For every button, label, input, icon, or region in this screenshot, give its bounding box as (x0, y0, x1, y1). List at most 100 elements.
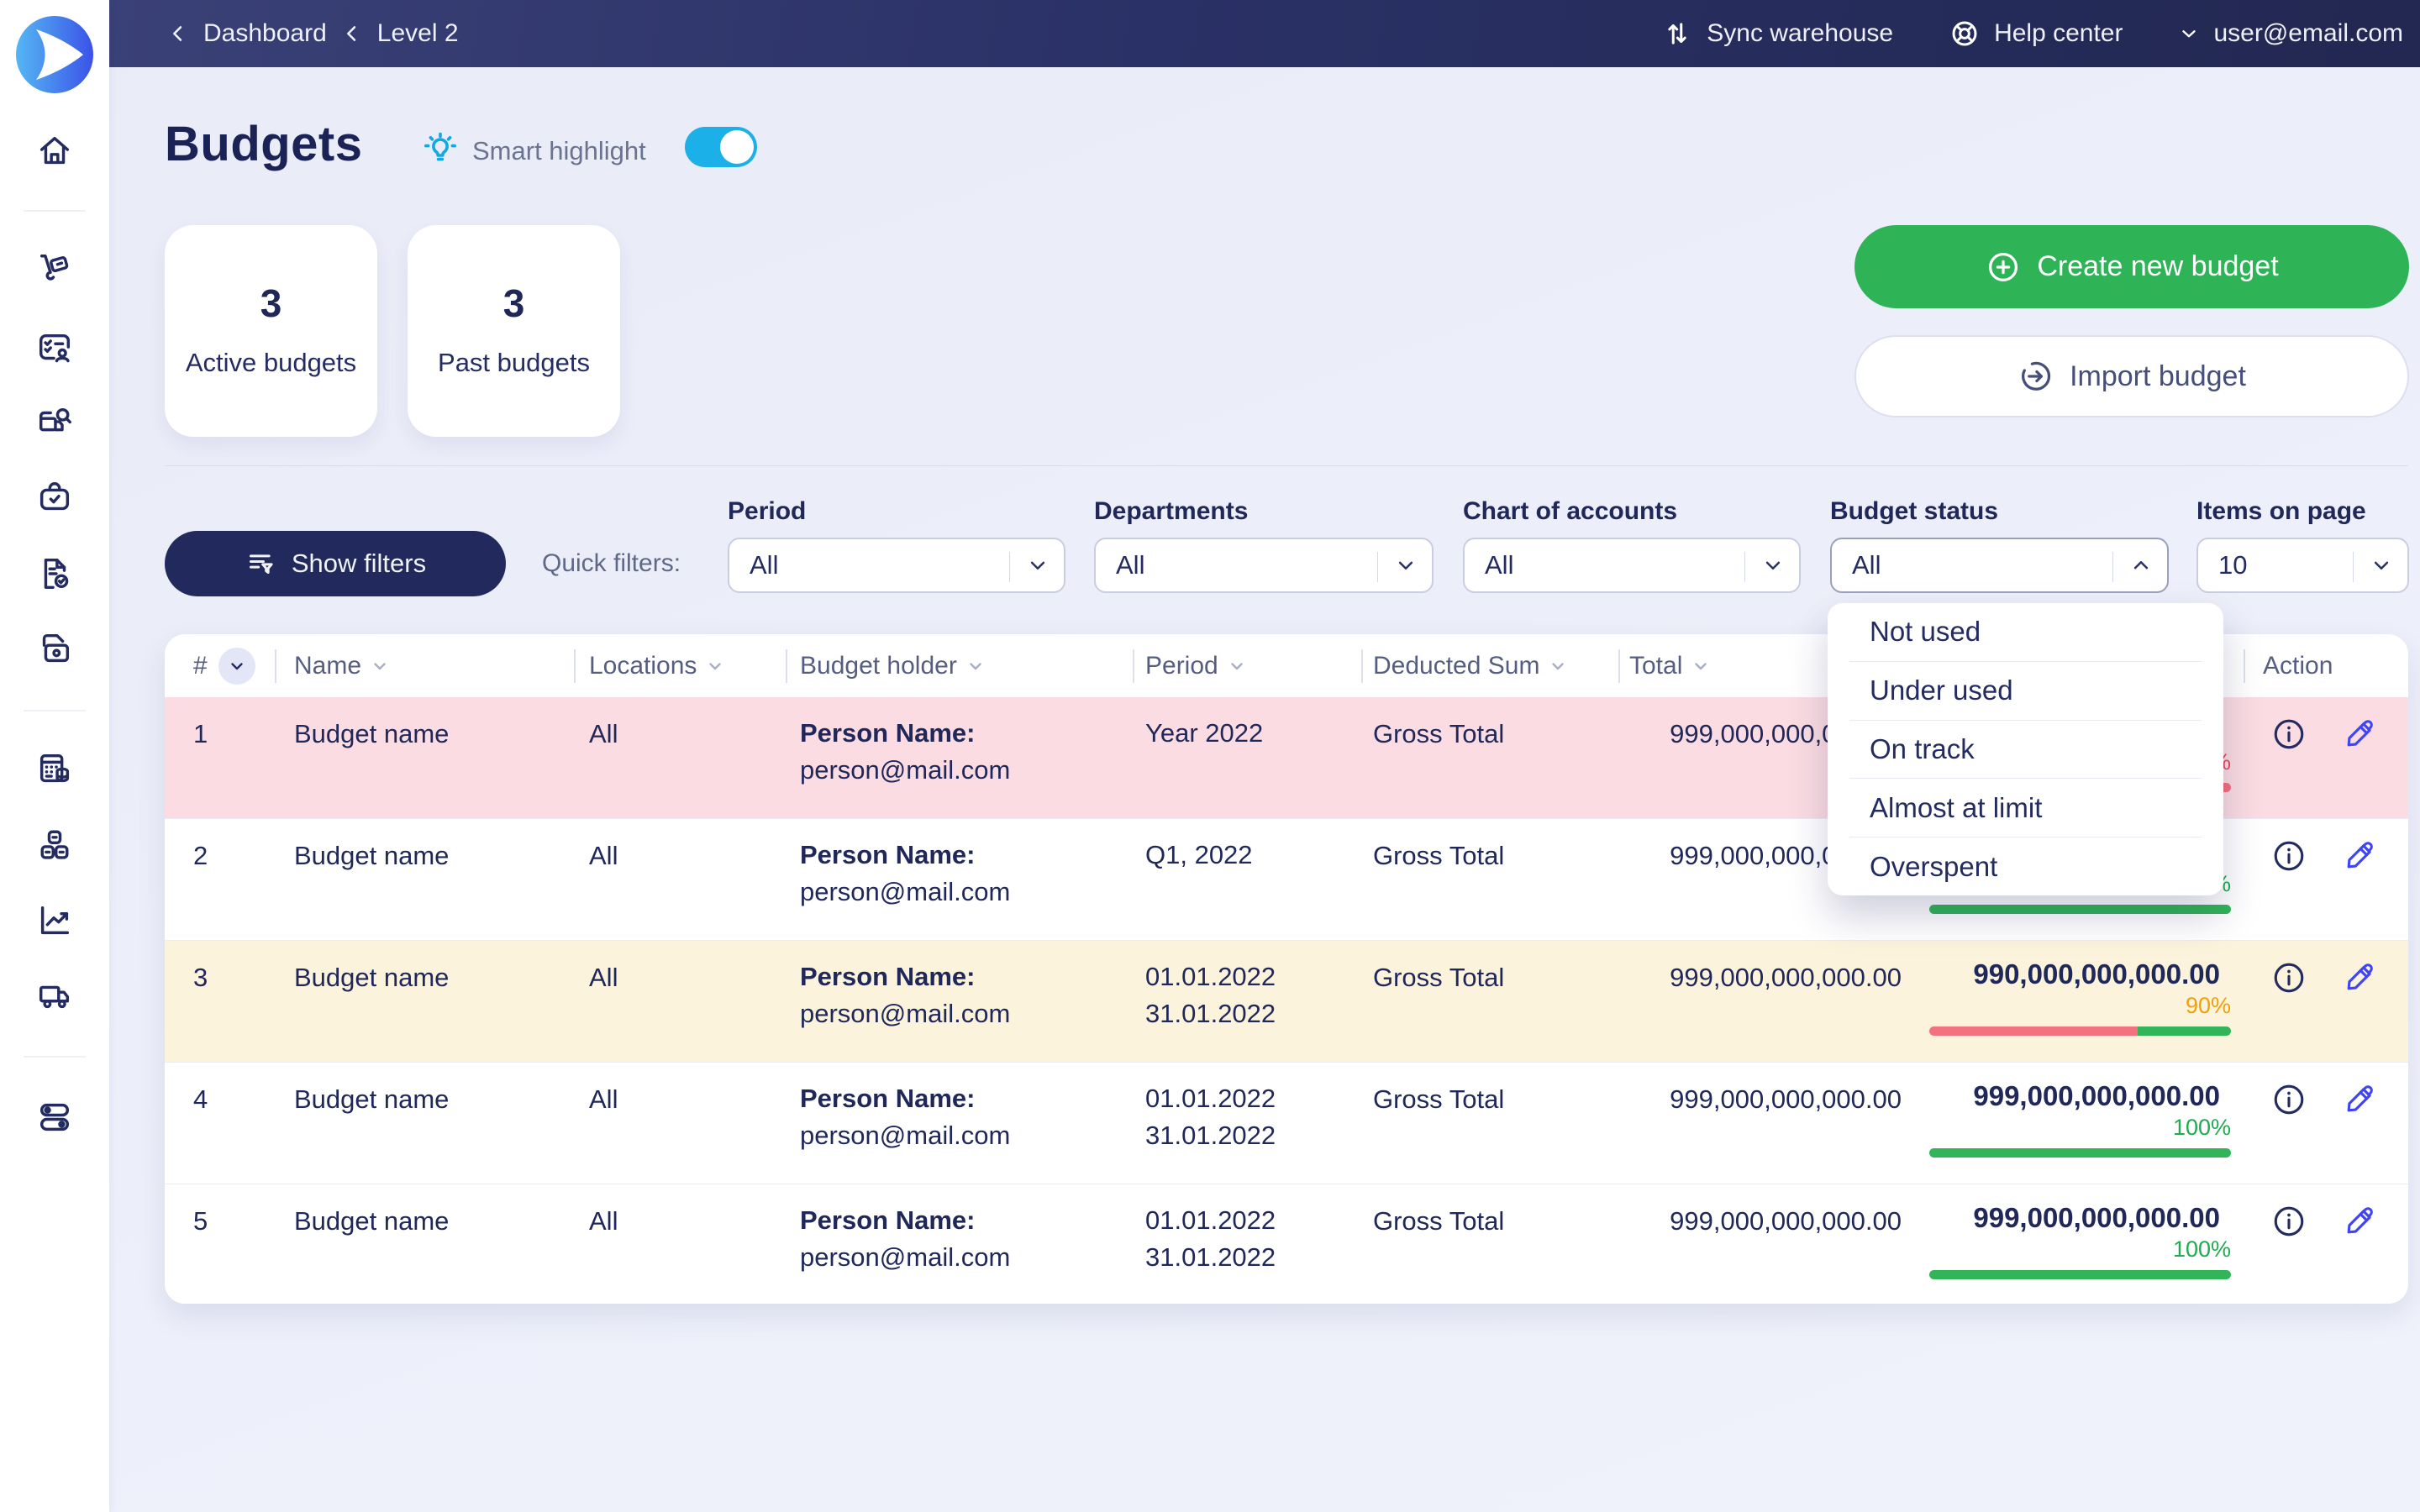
period: Q1, 2022 (1145, 839, 1253, 876)
sync-warehouse-button[interactable]: Sync warehouse (1661, 18, 1893, 50)
progress-bar (1929, 1148, 2231, 1158)
smart-highlight-toggle[interactable] (685, 127, 757, 167)
line-chart-icon[interactable] (35, 901, 74, 940)
chevron-down-icon (2178, 23, 2200, 45)
departments-select[interactable]: All (1094, 538, 1434, 593)
filter-label-departments: Departments (1094, 497, 1248, 526)
chevron-down-icon (1691, 656, 1711, 676)
checklist-user-icon[interactable] (35, 329, 74, 368)
bag-check-icon[interactable] (35, 479, 74, 517)
table-row[interactable]: 5 Budget name All Person Name:person@mai… (165, 1184, 2408, 1304)
status-option-overspent[interactable]: Overspent (1828, 837, 2223, 895)
breadcrumb-level-2[interactable]: Level 2 (377, 19, 459, 48)
breadcrumb-dashboard[interactable]: Dashboard (203, 19, 327, 48)
chevron-down-icon (705, 656, 725, 676)
cubes-icon[interactable] (35, 826, 74, 864)
import-budget-label: Import budget (2070, 360, 2246, 393)
column-header-name[interactable]: Name (294, 649, 390, 683)
items-on-page-select[interactable]: 10 (2196, 538, 2409, 593)
toggle-knob (720, 130, 754, 164)
document-check-icon[interactable] (35, 554, 74, 593)
toggles-icon[interactable] (35, 1098, 74, 1137)
sidebar-divider (24, 210, 86, 212)
user-menu[interactable]: user@email.com (2178, 19, 2403, 48)
back-chevron-icon (166, 22, 190, 45)
status-option-almost-at-limit[interactable]: Almost at limit (1828, 779, 2223, 837)
help-center-button[interactable]: Help center (1949, 18, 2123, 50)
period-select[interactable]: All (728, 538, 1065, 593)
column-header-budget-holder[interactable]: Budget holder (800, 649, 986, 683)
status-option-on-track[interactable]: On track (1828, 721, 2223, 779)
header-divider (1618, 649, 1620, 683)
calculator-coins-icon[interactable] (35, 750, 74, 789)
edit-pencil-icon[interactable] (2341, 1203, 2378, 1240)
num-sort-badge[interactable] (218, 648, 255, 685)
info-icon[interactable] (2270, 1081, 2307, 1118)
budget-status-select[interactable]: All (1830, 538, 2169, 593)
header-divider (275, 649, 276, 683)
filter-label-chart-of-accounts: Chart of accounts (1463, 497, 1677, 526)
column-header-locations[interactable]: Locations (589, 649, 725, 683)
chart-of-accounts-select[interactable]: All (1463, 538, 1801, 593)
create-new-budget-label: Create new budget (2037, 250, 2278, 283)
column-header-num[interactable]: # (193, 649, 208, 683)
period-select-value: All (729, 550, 778, 580)
show-filters-button[interactable]: Show filters (165, 531, 506, 596)
budget-name: Budget name (294, 717, 449, 751)
app-logo-icon[interactable] (14, 14, 95, 95)
total-value: 999,000,000,000.00 (1627, 961, 1902, 995)
edit-pencil-icon[interactable] (2341, 959, 2378, 996)
header-divider (786, 649, 787, 683)
breadcrumb: Dashboard Level 2 (109, 19, 459, 48)
filter-lines-icon (245, 547, 278, 580)
column-header-deducted-sum[interactable]: Deducted Sum (1373, 649, 1568, 683)
budget-holder: Person Name:person@mail.com (800, 961, 1010, 1030)
budget-status-select-value: All (1832, 550, 1881, 580)
info-icon[interactable] (2270, 716, 2307, 753)
status-option-not-used[interactable]: Not used (1828, 603, 2223, 661)
info-icon[interactable] (2270, 959, 2307, 996)
column-header-total[interactable]: Total (1629, 649, 1711, 683)
folder-receipt-icon[interactable] (35, 629, 74, 668)
topbar-actions: Sync warehouse Help center user@email.co… (1661, 18, 2420, 50)
header-divider (574, 649, 576, 683)
home-icon[interactable] (35, 132, 74, 171)
page-title: Budgets (165, 116, 363, 172)
header-divider (2244, 649, 2245, 683)
truck-icon[interactable] (35, 977, 74, 1016)
deducted-sum: Gross Total (1373, 1083, 1504, 1116)
status-option-under-used[interactable]: Under used (1828, 662, 2223, 720)
locations: All (589, 717, 618, 751)
info-icon[interactable] (2270, 1203, 2307, 1240)
header-divider (1361, 649, 1363, 683)
info-icon[interactable] (2270, 837, 2307, 874)
locations: All (589, 1205, 618, 1238)
budget-status-dropdown: Not used Under used On track Almost at l… (1828, 603, 2223, 895)
edit-pencil-icon[interactable] (2341, 837, 2378, 874)
edit-pencil-icon[interactable] (2341, 1081, 2378, 1118)
import-budget-button[interactable]: Import budget (1854, 335, 2409, 417)
truck-search-icon[interactable] (35, 403, 74, 442)
hand-truck-icon[interactable] (35, 251, 74, 290)
chevron-down-icon (1025, 553, 1050, 578)
row-number: 1 (193, 717, 208, 751)
chevron-down-icon (965, 656, 986, 676)
column-header-period[interactable]: Period (1145, 649, 1247, 683)
progress-bar (1929, 905, 2231, 914)
table-row[interactable]: 3 Budget name All Person Name:person@mai… (165, 941, 2408, 1063)
plus-circle-icon (1985, 249, 2022, 286)
header-divider (1133, 649, 1134, 683)
row-number: 5 (193, 1205, 208, 1238)
table-row[interactable]: 4 Budget name All Person Name:person@mai… (165, 1063, 2408, 1184)
chart-of-accounts-select-value: All (1465, 550, 1513, 580)
past-budgets-label: Past budgets (428, 344, 601, 381)
budget-name: Budget name (294, 1205, 449, 1238)
create-new-budget-button[interactable]: Create new budget (1854, 225, 2409, 308)
budget-name: Budget name (294, 1083, 449, 1116)
sync-icon (1661, 18, 1693, 50)
edit-pencil-icon[interactable] (2341, 716, 2378, 753)
bulb-icon (420, 129, 460, 170)
spent-value: 999,000,000,000.00 (1921, 1201, 2220, 1235)
section-divider (165, 465, 2408, 466)
percent-label: 100% (1929, 1115, 2231, 1140)
